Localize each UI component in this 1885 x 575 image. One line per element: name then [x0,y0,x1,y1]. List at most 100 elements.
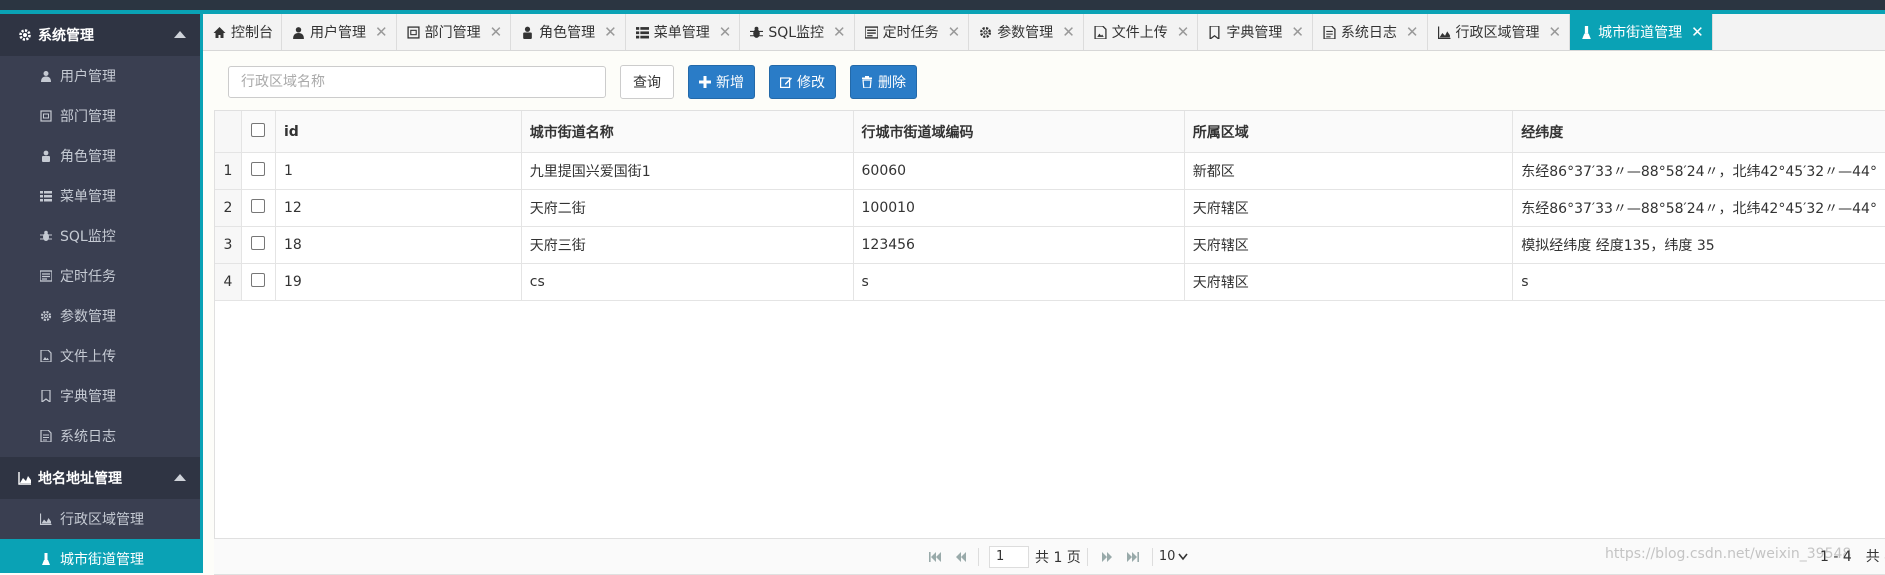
tab-sql-monitor[interactable]: SQL监控 ✕ [740,14,855,50]
plus-icon [699,75,711,88]
sidebar-item-users[interactable]: 用户管理 [0,56,200,96]
column-header-street-code[interactable]: 行城市街道域编码 [853,111,1185,153]
sidebar-item-label: 城市街道管理 [60,552,144,568]
next-page-icon[interactable] [1100,551,1114,563]
data-grid: id 城市街道名称 行城市街道域编码 所属区域 经纬度 1 1 九里提国兴爱国街… [214,110,1885,575]
tab-label: 城市街道管理 [1598,25,1683,41]
chevron-up-icon[interactable] [174,31,186,38]
tab-departments[interactable]: 部门管理 ✕ [397,14,512,50]
sidebar-item-parameters[interactable]: 参数管理 [0,296,200,336]
tab-parameters[interactable]: 参数管理 ✕ [969,14,1084,50]
close-icon[interactable]: ✕ [1691,23,1704,41]
document-icon [1323,25,1336,39]
chevron-up-icon[interactable] [174,474,186,481]
task-icon [864,25,878,39]
table-row[interactable]: 4 19 cs s 天府辖区 s [215,263,1885,301]
user-icon [293,26,304,39]
checkbox-box[interactable] [251,162,266,176]
close-icon[interactable]: ✕ [375,23,388,41]
previous-page-icon[interactable] [954,551,968,563]
sidebar-item-city-streets[interactable]: 城市街道管理 [0,539,200,573]
tab-bar: 控制台 用户管理 ✕ 部门管理 ✕ 角色管理 ✕ 菜单管理 ✕ SQL监控 ✕ … [203,14,1885,51]
table-row[interactable]: 2 12 天府二街 100010 天府辖区 东经86°37′33〃—88°58′… [215,189,1885,227]
add-button[interactable]: 新增 [688,64,755,99]
area-chart-icon [40,513,52,525]
sidebar-group-place-address[interactable]: 地名地址管理 [0,457,200,499]
close-icon[interactable]: ✕ [1406,23,1419,41]
delete-button[interactable]: 删除 [850,64,917,99]
column-header-id[interactable]: id [275,111,522,153]
sidebar-group-system[interactable]: 系统管理 [0,14,200,56]
area-chart-icon [18,472,31,485]
sidebar-item-label: 系统日志 [60,429,116,445]
tab-label: SQL监控 [768,25,825,41]
tab-roles[interactable]: 角色管理 ✕ [511,14,626,50]
sidebar-item-roles[interactable]: 角色管理 [0,136,200,176]
sidebar-item-sql-monitor[interactable]: SQL监控 [0,216,200,256]
column-header-region[interactable]: 所属区域 [1184,111,1514,153]
close-icon[interactable]: ✕ [948,23,961,41]
checkbox-box[interactable] [251,273,266,287]
edit-button[interactable]: 修改 [769,64,836,99]
close-icon[interactable]: ✕ [833,23,846,41]
tab-label: 字典管理 [1226,25,1283,41]
cell-street-name: 九里提国兴爱国街1 [521,152,854,190]
close-icon[interactable]: ✕ [604,23,617,41]
select-all-checkbox[interactable] [241,111,276,153]
sidebar-item-admin-regions[interactable]: 行政区域管理 [0,499,200,539]
tab-users[interactable]: 用户管理 ✕ [282,14,397,50]
task-icon [40,270,52,282]
tab-file-upload[interactable]: 文件上传 ✕ [1084,14,1199,50]
first-page-icon[interactable] [928,551,942,563]
cell-street-code: s [853,263,1185,301]
query-button[interactable]: 查询 [620,64,674,99]
sidebar-border [200,14,203,573]
row-checkbox[interactable] [241,263,276,301]
search-input[interactable] [228,65,606,98]
home-icon [213,26,226,38]
table-row[interactable]: 3 18 天府三街 123456 天府辖区 模拟经纬度 经度135，纬度 35 [215,226,1885,264]
tab-scheduled-tasks[interactable]: 定时任务 ✕ [855,14,970,50]
close-icon[interactable]: ✕ [719,23,732,41]
cell-id: 12 [275,189,522,227]
sidebar-item-dictionary[interactable]: 字典管理 [0,376,200,416]
tab-city-streets[interactable]: 城市街道管理 ✕ [1570,14,1713,50]
tab-admin-regions[interactable]: 行政区域管理 ✕ [1428,14,1571,50]
close-icon[interactable]: ✕ [1549,23,1562,41]
row-checkbox[interactable] [241,226,276,264]
last-page-icon[interactable] [1126,551,1140,563]
cell-street-name: cs [521,263,854,301]
column-header-street-name[interactable]: 城市街道名称 [521,111,854,153]
checkbox-box[interactable] [251,236,266,250]
data-table: id 城市街道名称 行城市街道域编码 所属区域 经纬度 1 1 九里提国兴爱国街… [215,111,1885,301]
sidebar-item-file-upload[interactable]: 文件上传 [0,336,200,376]
close-icon[interactable]: ✕ [1062,23,1075,41]
close-icon[interactable]: ✕ [1291,23,1304,41]
tab-dashboard[interactable]: 控制台 [203,14,282,50]
table-row[interactable]: 1 1 九里提国兴爱国街1 60060 新都区 东经86°37′33〃—88°5… [215,152,1885,190]
sidebar-item-departments[interactable]: 部门管理 [0,96,200,136]
close-icon[interactable]: ✕ [490,23,503,41]
file-image-icon [40,350,52,362]
tab-dictionary[interactable]: 字典管理 ✕ [1198,14,1313,50]
page-size-select[interactable]: 10 [1159,549,1189,564]
sidebar-item-menus[interactable]: 菜单管理 [0,176,200,216]
bug-icon [750,26,764,38]
close-icon[interactable]: ✕ [1177,23,1190,41]
tab-menus[interactable]: 菜单管理 ✕ [626,14,741,50]
cell-id: 19 [275,263,522,301]
sidebar-item-system-log[interactable]: 系统日志 [0,416,200,456]
row-checkbox[interactable] [241,189,276,227]
sidebar-item-label: SQL监控 [60,229,116,245]
user-icon [41,71,51,82]
tab-system-log[interactable]: 系统日志 ✕ [1313,14,1428,50]
page-number-input[interactable]: 1 [989,545,1029,568]
checkbox-box[interactable] [251,199,266,213]
bookmark-icon [1209,25,1220,39]
department-icon [407,25,420,39]
sidebar-item-scheduled-tasks[interactable]: 定时任务 [0,256,200,296]
column-header-coordinates[interactable]: 经纬度 [1512,111,1885,153]
gear-icon [19,29,31,41]
checkbox-box[interactable] [251,122,266,137]
row-checkbox[interactable] [241,152,276,190]
